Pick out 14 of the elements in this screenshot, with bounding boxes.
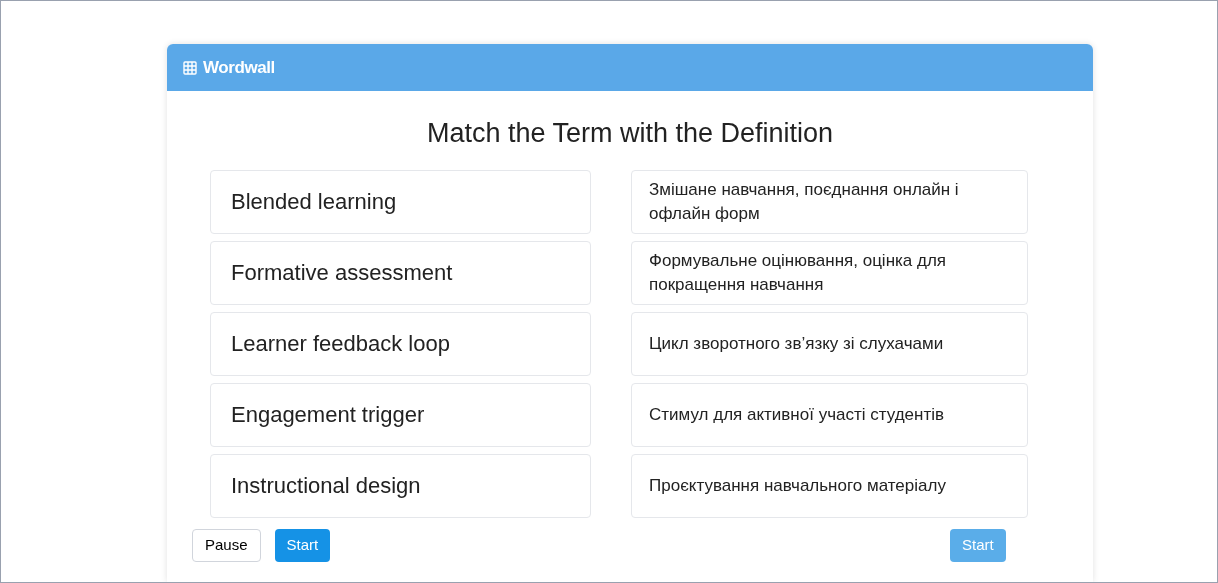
term-card[interactable]: Instructional design xyxy=(210,453,591,518)
term-card[interactable]: Learner feedback loop xyxy=(210,311,591,376)
game-title: Match the Term with the Definition xyxy=(425,117,835,150)
term-card[interactable]: Engagement trigger xyxy=(210,382,591,447)
grid-icon xyxy=(183,60,197,75)
definition-card[interactable]: Стимул для активної участі студентів xyxy=(631,382,1028,447)
definition-card[interactable]: Формувальне оцінювання, оцінка для покращення навчання xyxy=(631,240,1028,305)
brand-name: Wordwall xyxy=(203,56,275,79)
definition-card[interactable]: Проєктування навчального матеріалу xyxy=(631,453,1028,518)
term-card[interactable]: Formative assessment xyxy=(210,240,591,305)
pause-button[interactable]: Pause xyxy=(192,528,261,562)
definition-card[interactable]: Змішане навчання, поєднання онлайн і офлайн форм xyxy=(631,169,1028,234)
definition-card[interactable]: Цикл зворотного зв’язку зі слухачами xyxy=(631,311,1028,376)
term-card[interactable]: Blended learning xyxy=(210,169,591,234)
